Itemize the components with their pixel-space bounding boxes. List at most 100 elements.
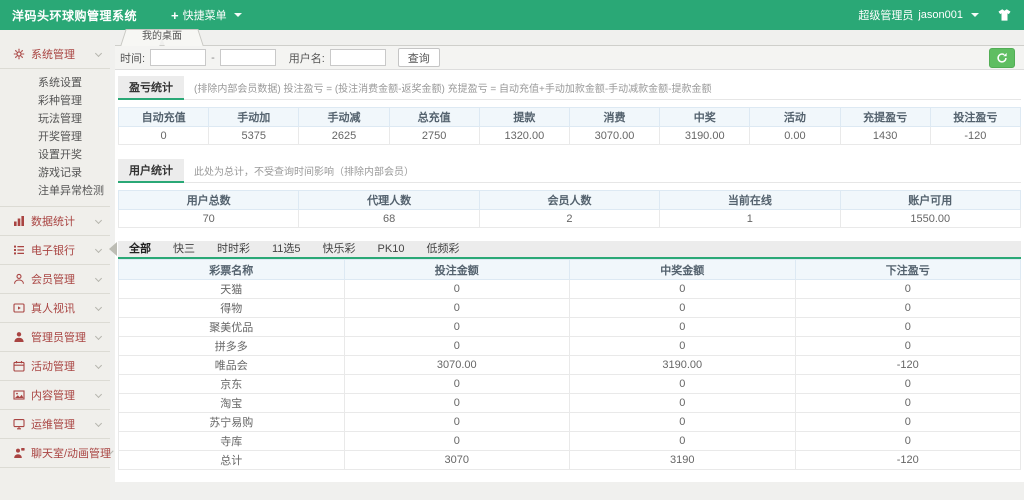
profit-table: 自动充值 手动加 手动减 总充值 提款 消费 中奖 活动 充提盈亏 投注盈亏 0… (118, 107, 1021, 145)
sidebar-item-label: 内容管理 (31, 387, 75, 403)
sidebar-item-e-banking[interactable]: 电子银行 (0, 236, 110, 265)
main-content: 我的桌面 时间: - 用户名: 查询 盈亏统计 (排除内部会员数据) 投注盈亏 … (110, 30, 1024, 500)
cell: 0 (344, 299, 570, 318)
sidebar: 系统管理 系统设置 彩种管理 玩法管理 开奖管理 设置开奖 游戏记录 注单异常检… (0, 30, 110, 500)
chevron-down-icon (95, 49, 102, 56)
chevron-down-icon (95, 274, 102, 281)
lottery-tab-pk10[interactable]: PK10 (367, 240, 416, 258)
column-header: 用户总数 (119, 191, 299, 210)
cell: 0 (795, 280, 1021, 299)
sidebar-item-label: 真人视讯 (31, 300, 75, 316)
lottery-tab-dipincai[interactable]: 低频彩 (415, 240, 470, 258)
users-section-title[interactable]: 用户统计 (118, 159, 184, 183)
lottery-tab-kuaisan[interactable]: 快三 (162, 240, 206, 258)
cell: 唯品会 (119, 356, 345, 375)
username-label: jason001 (918, 9, 963, 21)
chat-person-icon (13, 447, 25, 459)
sidebar-item-chatroom-animation[interactable]: 聊天室/动画管理 (0, 439, 110, 468)
sidebar-item-admin-management[interactable]: 管理员管理 (0, 323, 110, 352)
sidebar-subitem-draw-management[interactable]: 开奖管理 (0, 128, 110, 146)
table-row: 70 68 2 1 1550.00 (119, 210, 1021, 228)
table-row: 寺库 0 0 0 (119, 432, 1021, 451)
lottery-tab-shishicai[interactable]: 时时彩 (206, 240, 261, 258)
search-button[interactable]: 查询 (398, 48, 440, 67)
users-section-head: 用户统计 此处为总计，不受查询时间影响（排除内部会员） (118, 159, 1021, 183)
lottery-tabstrip: 全部 快三 时时彩 11选5 快乐彩 PK10 低频彩 (118, 241, 1021, 259)
chevron-down-icon (95, 361, 102, 368)
chevron-down-icon (95, 245, 102, 252)
sidebar-item-label: 会员管理 (31, 271, 75, 287)
sidebar-item-system-management[interactable]: 系统管理 (0, 40, 110, 69)
sidebar-subitem-play-method[interactable]: 玩法管理 (0, 110, 110, 128)
sidebar-item-member-management[interactable]: 会员管理 (0, 265, 110, 294)
sidebar-subitem-lottery-type[interactable]: 彩种管理 (0, 92, 110, 110)
cell: 0 (344, 413, 570, 432)
shirt-icon[interactable] (997, 8, 1012, 22)
sidebar-subitem-bet-anomaly[interactable]: 注单异常检测 (0, 182, 110, 200)
sidebar-item-content-management[interactable]: 内容管理 (0, 381, 110, 410)
cell: 拼多多 (119, 337, 345, 356)
main-layout: 系统管理 系统设置 彩种管理 玩法管理 开奖管理 设置开奖 游戏记录 注单异常检… (0, 30, 1024, 500)
cell: 0 (344, 280, 570, 299)
username-input[interactable] (330, 49, 386, 66)
lottery-tab-all[interactable]: 全部 (118, 240, 162, 258)
plus-icon: + (171, 8, 179, 23)
cell: 0 (344, 394, 570, 413)
cell: 3190.00 (660, 127, 750, 145)
sidebar-subitem-system-settings[interactable]: 系统设置 (0, 74, 110, 92)
lottery-tab-11x5[interactable]: 11选5 (261, 240, 312, 258)
cell: 0 (795, 318, 1021, 337)
time-to-input[interactable] (220, 49, 276, 66)
column-header: 消费 (569, 108, 659, 127)
sidebar-item-ops-management[interactable]: 运维管理 (0, 410, 110, 439)
sidebar-subitem-game-records[interactable]: 游戏记录 (0, 164, 110, 182)
cell: 3190 (570, 451, 796, 470)
sidebar-collapse-handle[interactable] (109, 242, 117, 256)
profit-section-title[interactable]: 盈亏统计 (118, 76, 184, 100)
chevron-down-icon (234, 13, 242, 17)
gear-icon (13, 48, 25, 60)
column-header: 投注金额 (344, 260, 570, 280)
column-header: 总充值 (389, 108, 479, 127)
time-from-input[interactable] (150, 49, 206, 66)
column-header: 当前在线 (660, 191, 840, 210)
lottery-tab-kuailecai[interactable]: 快乐彩 (312, 240, 367, 258)
sidebar-item-data-statistics[interactable]: 数据统计 (0, 207, 110, 236)
person-icon (13, 331, 25, 343)
users-table: 用户总数 代理人数 会员人数 当前在线 账户可用 70 68 2 1 1550.… (118, 190, 1021, 228)
tab-my-desktop[interactable]: 我的桌面 (125, 29, 199, 45)
chevron-down-icon (971, 13, 979, 17)
profit-section-head: 盈亏统计 (排除内部会员数据) 投注盈亏 = (投注消费金额-返奖金额) 充提盈… (118, 76, 1021, 100)
sidebar-item-activity-management[interactable]: 活动管理 (0, 352, 110, 381)
video-icon (13, 302, 25, 314)
cell: 1 (660, 210, 840, 228)
cell: 0 (795, 394, 1021, 413)
cell: 0 (344, 318, 570, 337)
cell: 1320.00 (479, 127, 569, 145)
cell: 0 (570, 375, 796, 394)
column-header: 手动减 (299, 108, 389, 127)
user-menu[interactable]: 超级管理员 jason001 (858, 7, 979, 23)
cell: 0 (795, 413, 1021, 432)
image-icon (13, 389, 25, 401)
range-separator: - (211, 52, 215, 64)
quick-menu-button[interactable]: + 快捷菜单 (171, 7, 242, 23)
cell: 2 (479, 210, 659, 228)
refresh-button[interactable] (989, 48, 1015, 68)
dashboard-panel: 盈亏统计 (排除内部会员数据) 投注盈亏 = (投注消费金额-返奖金额) 充提盈… (115, 70, 1024, 482)
user-icon (13, 273, 25, 285)
column-header: 下注盈亏 (795, 260, 1021, 280)
cell: 3070.00 (344, 356, 570, 375)
sidebar-item-label: 管理员管理 (31, 329, 86, 345)
sidebar-subitem-set-draw[interactable]: 设置开奖 (0, 146, 110, 164)
chevron-down-icon (95, 390, 102, 397)
cell: 0.00 (750, 127, 840, 145)
sidebar-item-label: 电子银行 (31, 242, 75, 258)
cell: 0 (119, 127, 209, 145)
column-header: 中奖 (660, 108, 750, 127)
sidebar-item-live-video[interactable]: 真人视讯 (0, 294, 110, 323)
cell: 68 (299, 210, 479, 228)
cell: 淘宝 (119, 394, 345, 413)
cell: 0 (570, 280, 796, 299)
cell: 0 (570, 299, 796, 318)
